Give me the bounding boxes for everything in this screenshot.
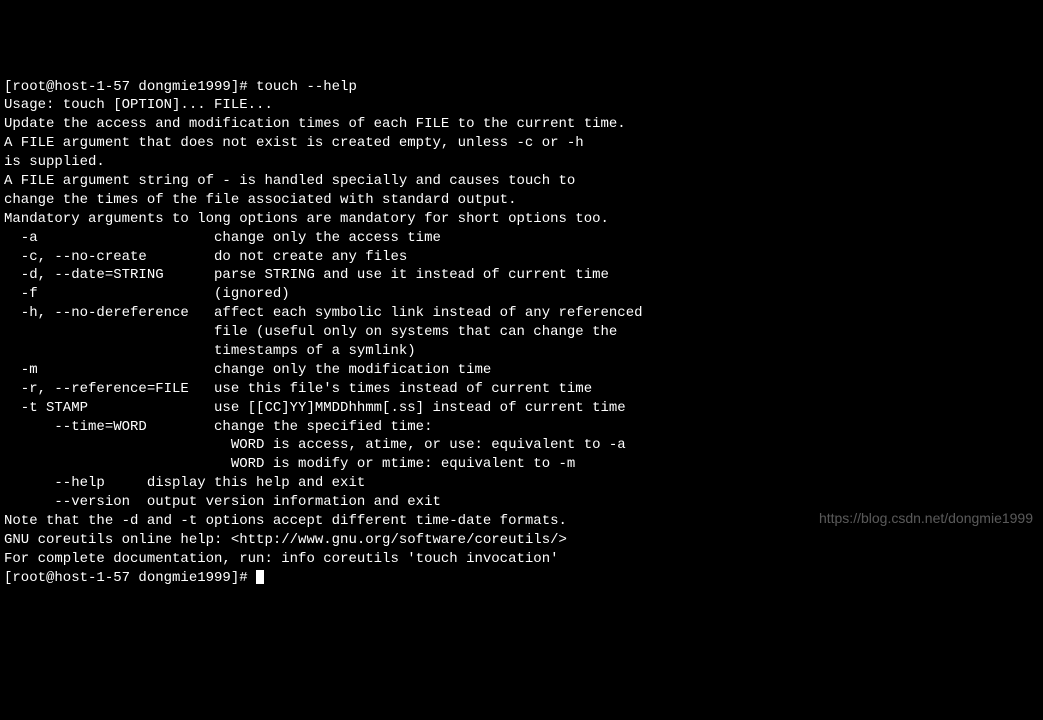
output-line: --time=WORD change the specified time: bbox=[4, 418, 1039, 437]
prompt-line-2[interactable]: [root@host-1-57 dongmie1999]# bbox=[4, 569, 1039, 588]
output-line: Mandatory arguments to long options are … bbox=[4, 210, 1039, 229]
output-line: A FILE argument that does not exist is c… bbox=[4, 134, 1039, 153]
prompt-line-1: [root@host-1-57 dongmie1999]# touch --he… bbox=[4, 78, 1039, 97]
output-line: -d, --date=STRING parse STRING and use i… bbox=[4, 266, 1039, 285]
output-line: -r, --reference=FILE use this file's tim… bbox=[4, 380, 1039, 399]
output-line: file (useful only on systems that can ch… bbox=[4, 323, 1039, 342]
output-line: -m change only the modification time bbox=[4, 361, 1039, 380]
output-line: -f (ignored) bbox=[4, 285, 1039, 304]
output-line: Update the access and modification times… bbox=[4, 115, 1039, 134]
output-line: A FILE argument string of - is handled s… bbox=[4, 172, 1039, 191]
output-line: change the times of the file associated … bbox=[4, 191, 1039, 210]
terminal-window[interactable]: [root@host-1-57 dongmie1999]# touch --he… bbox=[4, 78, 1039, 588]
output-line: -c, --no-create do not create any files bbox=[4, 248, 1039, 267]
command-text: touch --help bbox=[256, 79, 357, 95]
output-line: GNU coreutils online help: <http://www.g… bbox=[4, 531, 1039, 550]
output-line: -h, --no-dereference affect each symboli… bbox=[4, 304, 1039, 323]
output-line: -t STAMP use [[CC]YY]MMDDhhmm[.ss] inste… bbox=[4, 399, 1039, 418]
output-line: Note that the -d and -t options accept d… bbox=[4, 512, 1039, 531]
output-line: Usage: touch [OPTION]... FILE... bbox=[4, 96, 1039, 115]
output-line: timestamps of a symlink) bbox=[4, 342, 1039, 361]
output-line: --help display this help and exit bbox=[4, 474, 1039, 493]
output-line: WORD is modify or mtime: equivalent to -… bbox=[4, 455, 1039, 474]
output-line: -a change only the access time bbox=[4, 229, 1039, 248]
output-line: --version output version information and… bbox=[4, 493, 1039, 512]
output-line: is supplied. bbox=[4, 153, 1039, 172]
output-line: For complete documentation, run: info co… bbox=[4, 550, 1039, 569]
cursor-icon bbox=[256, 570, 264, 584]
output-line: WORD is access, atime, or use: equivalen… bbox=[4, 436, 1039, 455]
shell-prompt: [root@host-1-57 dongmie1999]# bbox=[4, 79, 256, 95]
shell-prompt: [root@host-1-57 dongmie1999]# bbox=[4, 570, 256, 586]
